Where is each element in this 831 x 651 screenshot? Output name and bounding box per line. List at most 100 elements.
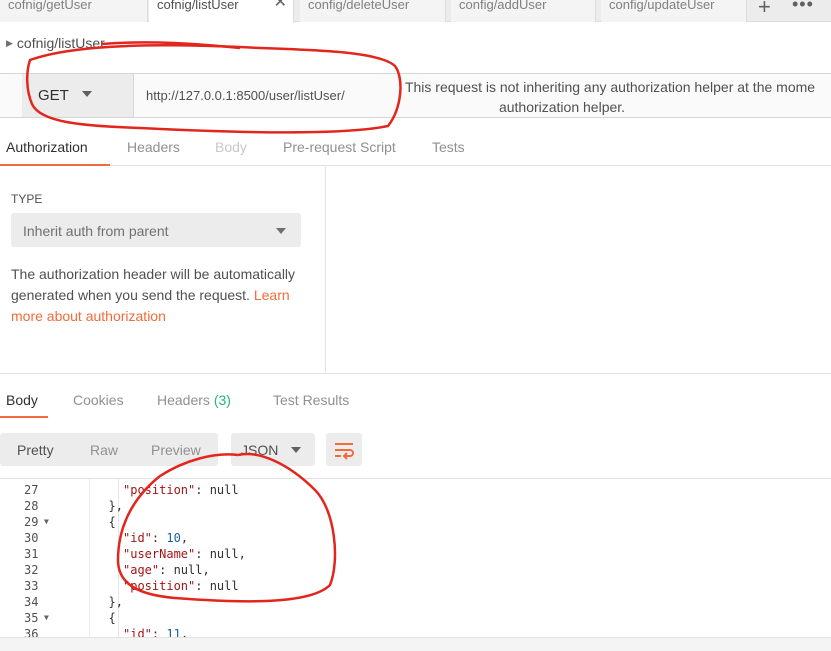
code-line: 32 "age": null,: [0, 562, 831, 578]
code-text: "position": null: [123, 483, 239, 497]
code-line: 31 "userName": null,: [0, 546, 831, 562]
format-select[interactable]: JSON: [231, 433, 315, 466]
request-title[interactable]: ▶ cofnig/listUser: [6, 35, 105, 51]
tab-delete-user[interactable]: config/deleteUser: [300, 0, 446, 22]
response-tabs: Body Cookies Headers (3) Test Results: [0, 374, 831, 418]
code-line: 33 "position": null: [0, 578, 831, 594]
tab-label: cofnig/listUser: [157, 0, 239, 12]
line-number: 31: [24, 547, 39, 561]
code-punctuation: ,: [180, 531, 189, 545]
json-key: "id": [123, 531, 152, 545]
active-tab-indicator: [0, 164, 110, 166]
method-select[interactable]: GET: [22, 74, 134, 117]
json-value: null: [209, 579, 239, 593]
line-number: 29: [24, 515, 39, 529]
tab-get-user[interactable]: cofnig/getUser: [0, 0, 148, 22]
line-number: 28: [24, 499, 39, 513]
fold-arrow-icon[interactable]: ▼: [44, 514, 49, 530]
line-number: 35: [24, 611, 39, 625]
code-line: 34},: [0, 594, 831, 610]
tab-update-user[interactable]: config/updateUser: [601, 0, 747, 22]
tab-authorization[interactable]: Authorization: [6, 139, 88, 155]
code-punctuation: {: [108, 611, 116, 625]
code-text: "userName": null,: [123, 547, 246, 561]
code-punctuation: {: [108, 515, 116, 529]
json-value: 11: [166, 627, 181, 638]
code-text: {: [109, 514, 116, 530]
headers-count-badge: (3): [213, 392, 231, 408]
json-key: "userName": [123, 547, 196, 561]
line-number: 33: [24, 579, 39, 593]
code-punctuation: },: [108, 595, 123, 609]
code-text: "position": null: [123, 579, 239, 593]
code-line: 27 "position": null: [0, 482, 831, 498]
json-value: 10: [166, 531, 181, 545]
chevron-down-icon: [82, 91, 92, 97]
auth-type-value: Inherit auth from parent: [23, 223, 169, 239]
method-label: GET: [38, 87, 69, 104]
json-key: "id": [123, 627, 152, 638]
json-value: null: [209, 483, 239, 497]
code-text: "id": 11,: [123, 626, 189, 638]
active-tab-indicator: [0, 416, 48, 418]
line-number: 27: [24, 483, 39, 497]
tab-test-results[interactable]: Test Results: [273, 392, 349, 408]
auth-info-line-2: authorization helper.: [498, 99, 626, 115]
tab-headers[interactable]: Headers: [127, 139, 180, 155]
json-key: "position": [123, 579, 196, 593]
tab-pre-request-script[interactable]: Pre-request Script: [283, 139, 396, 155]
tab-label: cofnig/getUser: [8, 0, 92, 12]
tab-label: config/addUser: [459, 0, 547, 12]
caret-right-icon[interactable]: ▶: [6, 38, 13, 48]
auth-description-text: The authorization header will be automat…: [11, 266, 296, 303]
tab-bar: cofnig/getUser cofnig/listUser ✕ config/…: [0, 0, 831, 23]
code-punctuation: ,: [202, 563, 210, 577]
code-line: 29 ▼ {: [0, 514, 831, 530]
tab-add-user[interactable]: config/addUser: [451, 0, 596, 22]
auth-type-select[interactable]: Inherit auth from parent: [11, 213, 301, 247]
more-icon[interactable]: •••: [792, 0, 814, 15]
code-text: {: [109, 610, 116, 626]
tab-body[interactable]: Body: [215, 139, 247, 155]
auth-description: The authorization header will be automat…: [11, 264, 311, 327]
auth-info-line-1: This request is not inheriting any autho…: [404, 79, 816, 95]
chevron-down-icon: [276, 228, 286, 234]
code-punctuation: },: [108, 499, 123, 513]
tab-label: config/updateUser: [609, 0, 715, 12]
raw-button[interactable]: Raw: [90, 442, 118, 458]
json-key: "age": [123, 563, 160, 577]
code-line: 28},: [0, 498, 831, 514]
status-bar: [0, 638, 831, 651]
tab-tests[interactable]: Tests: [432, 139, 465, 155]
wrap-lines-button[interactable]: [326, 433, 362, 466]
tab-cookies[interactable]: Cookies: [73, 392, 124, 408]
tab-list-user[interactable]: cofnig/listUser ✕: [149, 0, 294, 23]
request-tabs: Authorization Headers Body Pre-request S…: [0, 136, 831, 166]
code-text: "id": 10,: [123, 531, 189, 545]
new-tab-icon[interactable]: +: [758, 0, 771, 20]
json-value: null: [209, 547, 239, 561]
pretty-button[interactable]: Pretty: [17, 442, 54, 458]
response-body-editor[interactable]: 27 "position": null 28}, 29 ▼{30 "id": 10, 31 "…: [0, 478, 831, 638]
code-punctuation: ,: [180, 627, 189, 638]
annotation-line-request: [101, 41, 241, 50]
line-number: 32: [24, 563, 39, 577]
code-line: 35 ▼ {: [0, 610, 831, 626]
tab-label: config/deleteUser: [308, 0, 410, 12]
fold-arrow-icon[interactable]: ▼: [44, 610, 49, 626]
chevron-down-icon: [291, 447, 301, 453]
code-line: 30 "id": 10,: [0, 530, 831, 546]
auth-settings-panel: TYPE Inherit auth from parent The author…: [0, 167, 326, 373]
line-number: 30: [24, 531, 39, 545]
tab-response-body[interactable]: Body: [6, 392, 38, 408]
format-label: JSON: [241, 442, 279, 458]
auth-type-label: TYPE: [11, 192, 43, 206]
line-number: 36: [24, 627, 39, 638]
view-mode-group: Pretty Raw Preview: [0, 433, 218, 466]
tab-response-headers[interactable]: Headers (3): [157, 392, 231, 408]
close-icon[interactable]: ✕: [274, 0, 287, 11]
tab-label: Headers: [157, 392, 210, 408]
code-line: 36 "id": 11,: [0, 626, 831, 638]
preview-button[interactable]: Preview: [151, 442, 201, 458]
code-text: },: [109, 594, 123, 610]
